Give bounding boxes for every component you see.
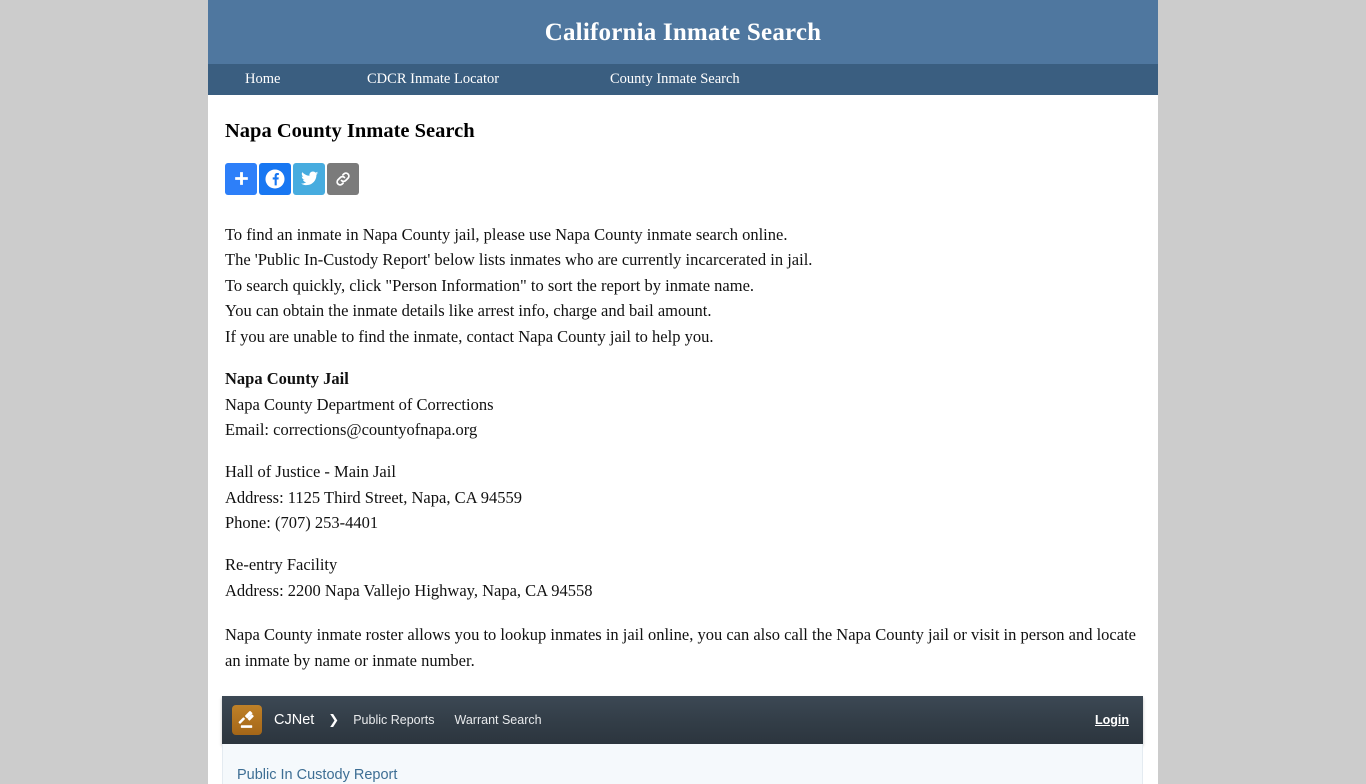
jail-department: Napa County Department of Corrections xyxy=(225,394,494,414)
main-navigation: Home CDCR Inmate Locator County Inmate S… xyxy=(208,64,1158,95)
intro-line: If you are unable to find the inmate, co… xyxy=(225,326,714,346)
nav-item-county-inmate-search[interactable]: County Inmate Search xyxy=(610,72,740,87)
nav-item-cdcr-inmate-locator[interactable]: CDCR Inmate Locator xyxy=(367,72,610,87)
main-jail-name: Hall of Justice - Main Jail xyxy=(225,462,396,482)
share-button-facebook[interactable] xyxy=(259,162,291,195)
jail-heading: Napa County Jail xyxy=(225,369,349,389)
reentry-address: Address: 2200 Napa Vallejo Highway, Napa… xyxy=(225,580,593,600)
share-buttons xyxy=(225,162,1141,195)
twitter-icon xyxy=(299,168,320,189)
main-jail-phone: Phone: (707) 253-4401 xyxy=(225,512,379,532)
cjnet-report-panel: Public In Custody Report xyxy=(222,743,1143,784)
jail-contact-block: Napa County Jail Napa County Department … xyxy=(225,349,1141,442)
reentry-facility-block: Re-entry Facility Address: 2200 Napa Val… xyxy=(225,535,1141,603)
copy-link-icon xyxy=(333,169,353,189)
main-jail-block: Hall of Justice - Main Jail Address: 112… xyxy=(225,442,1141,535)
share-button-twitter[interactable] xyxy=(293,162,325,195)
intro-line: You can obtain the inmate details like a… xyxy=(225,301,712,321)
nav-item-home[interactable]: Home xyxy=(245,72,367,87)
chevron-right-icon: ❯ xyxy=(328,712,340,728)
intro-text: To find an inmate in Napa County jail, p… xyxy=(225,195,1141,350)
cjnet-brand[interactable]: CJNet xyxy=(274,712,314,728)
share-button-addthis[interactable] xyxy=(225,162,257,195)
cjnet-crumb-warrant-search[interactable]: Warrant Search xyxy=(455,713,542,727)
gavel-icon[interactable] xyxy=(232,704,262,735)
share-plus-icon xyxy=(232,169,251,188)
intro-line: The 'Public In-Custody Report' below lis… xyxy=(225,250,813,270)
public-in-custody-report-link[interactable]: Public In Custody Report xyxy=(237,767,397,783)
cjnet-widget: CJNet ❯ Public Reports Warrant Search Lo… xyxy=(222,695,1143,784)
reentry-name: Re-entry Facility xyxy=(225,555,338,575)
intro-line: To find an inmate in Napa County jail, p… xyxy=(225,224,788,244)
closing-paragraph: Napa County inmate roster allows you to … xyxy=(225,624,1136,671)
jail-email: Email: corrections@countyofnapa.org xyxy=(225,420,478,440)
cjnet-crumb-public-reports[interactable]: Public Reports xyxy=(353,713,434,727)
intro-line: To search quickly, click "Person Informa… xyxy=(225,275,755,295)
cjnet-toolbar: CJNet ❯ Public Reports Warrant Search Lo… xyxy=(222,695,1143,744)
share-button-copy-link[interactable] xyxy=(327,162,359,195)
main-jail-address: Address: 1125 Third Street, Napa, CA 945… xyxy=(225,487,522,507)
main-content: Napa County Inmate Search To find an inm… xyxy=(208,95,1158,675)
site-header: California Inmate Search xyxy=(208,0,1158,64)
page-container: California Inmate Search Home CDCR Inmat… xyxy=(208,0,1158,784)
site-title: California Inmate Search xyxy=(544,18,822,46)
facebook-icon xyxy=(264,168,286,190)
page-title: Napa County Inmate Search xyxy=(225,120,475,142)
login-link[interactable]: Login xyxy=(1095,713,1129,727)
